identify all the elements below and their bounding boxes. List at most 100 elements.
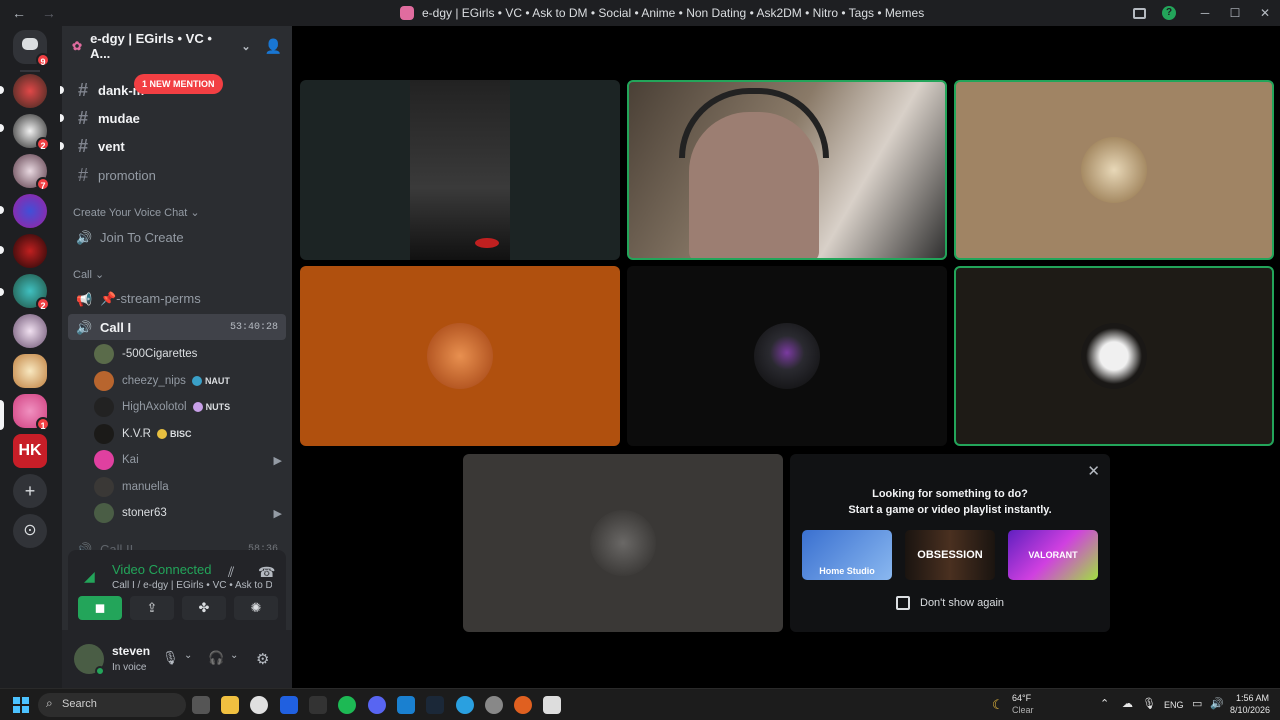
voice-channel-path[interactable]: Call I / e-dgy | EGirls • VC • Ask to D.…: [112, 580, 272, 591]
server-icon-teal[interactable]: 2: [13, 274, 50, 311]
channel-join-to-create[interactable]: 🔊 Join To Create: [68, 224, 286, 250]
soundboard-button[interactable]: ✺: [234, 596, 278, 620]
dont-show-label[interactable]: Don't show again: [920, 597, 1004, 609]
dont-show-checkbox[interactable]: [896, 596, 910, 610]
server-icon-free-party[interactable]: [13, 194, 47, 228]
server-icon-hk[interactable]: HK: [13, 434, 47, 468]
display-icon[interactable]: ▭: [1192, 697, 1202, 710]
disconnect-icon[interactable]: ☎: [258, 564, 275, 581]
video-tile-kvr[interactable]: [954, 266, 1274, 446]
divider: [20, 70, 40, 72]
activity-card-valorant[interactable]: VALORANT: [1008, 530, 1098, 580]
channel-vent[interactable]: # vent: [60, 133, 286, 159]
window-title-text: e-dgy | EGirls • VC • Ask to DM • Social…: [422, 6, 925, 20]
server-icon-maid[interactable]: [13, 314, 47, 348]
video-tile-manuella[interactable]: [463, 454, 783, 632]
app-icon[interactable]: [485, 696, 503, 714]
chevron-down-icon[interactable]: ⌄: [230, 650, 238, 661]
app-icon[interactable]: [397, 696, 415, 714]
camera-button[interactable]: ◼: [78, 596, 122, 620]
chevron-down-icon[interactable]: ⌄: [184, 650, 192, 661]
server-icon-red[interactable]: [13, 234, 47, 268]
server-header[interactable]: ✿ e-dgy | EGirls • VC • A... ⌄ 👤: [62, 26, 292, 66]
video-tile-stream[interactable]: [300, 80, 620, 260]
network-icon[interactable]: ☁: [1122, 697, 1133, 710]
spotify-icon[interactable]: [338, 696, 356, 714]
maximize-button[interactable]: ☐: [1220, 6, 1250, 20]
voice-status[interactable]: Video Connected: [112, 562, 212, 577]
signal-icon[interactable]: ◢: [84, 568, 95, 585]
tray-chevron-icon[interactable]: ⌃: [1100, 697, 1109, 710]
app-icon[interactable]: [280, 696, 298, 714]
discover-button[interactable]: ⊙: [13, 514, 47, 548]
home-button[interactable]: 9: [13, 30, 50, 67]
windows-start-icon[interactable]: [13, 697, 29, 713]
voice-user[interactable]: K.V.R BISC: [94, 422, 282, 446]
app-icon[interactable]: [250, 696, 268, 714]
category-voice-chat[interactable]: Create Your Voice Chat ⌄: [73, 206, 200, 219]
voice-user[interactable]: Kai ▶: [94, 448, 282, 472]
camera-icon: ▶: [273, 507, 282, 520]
weather-icon[interactable]: ☾: [992, 697, 1004, 713]
voice-user[interactable]: cheezy_nips NAUT: [94, 369, 282, 393]
volume-icon[interactable]: 🔊: [1210, 697, 1224, 710]
video-tile-cheezy[interactable]: [300, 266, 620, 446]
close-button[interactable]: ✕: [1250, 6, 1280, 20]
channel-call-1[interactable]: 🔊 Call I 53:40:28: [68, 314, 286, 340]
back-icon[interactable]: ←: [12, 5, 26, 21]
video-tile-axolotol[interactable]: [627, 266, 947, 446]
channel-stream-perms[interactable]: 📢 📌-stream-perms: [68, 286, 286, 312]
mic-tray-icon[interactable]: 🎙: [1142, 697, 1156, 710]
server-icon-rainbow[interactable]: [13, 74, 47, 108]
steam-icon[interactable]: [426, 696, 444, 714]
search-icon: ⌕: [46, 696, 53, 710]
invite-icon[interactable]: 👤: [265, 38, 282, 55]
discord-taskbar-icon[interactable]: [368, 696, 386, 714]
microphone-icon[interactable]: 🎙: [162, 650, 179, 666]
new-mention-pill[interactable]: 1 NEW MENTION: [134, 74, 223, 94]
activity-card-obsession[interactable]: OBSESSION: [905, 530, 995, 580]
channel-mudae[interactable]: # mudae: [60, 105, 286, 131]
server-icon-anime[interactable]: 2: [13, 114, 50, 151]
voice-user[interactable]: -500Cigarettes: [94, 342, 282, 366]
help-icon[interactable]: ?: [1162, 6, 1176, 20]
task-view-icon[interactable]: [192, 696, 210, 714]
hash-icon: #: [77, 135, 88, 156]
weather-condition[interactable]: Clear: [1012, 705, 1034, 715]
close-icon[interactable]: ✕: [1087, 462, 1100, 480]
telegram-icon[interactable]: [456, 696, 474, 714]
app-icon[interactable]: [543, 696, 561, 714]
unread-indicator: [60, 86, 64, 94]
taskbar-search[interactable]: ⌕ Search: [38, 693, 186, 717]
hash-icon: #: [77, 107, 88, 128]
channel-label: mudae: [98, 110, 140, 126]
category-call[interactable]: Call ⌄: [73, 268, 104, 281]
server-icon-e-dgy[interactable]: 1: [13, 394, 50, 431]
video-tile-avatar-1[interactable]: [954, 80, 1274, 260]
noise-suppression-icon[interactable]: ⫽: [228, 564, 234, 581]
voice-user[interactable]: stoner63 ▶: [94, 501, 282, 525]
inbox-icon[interactable]: [1133, 7, 1146, 19]
channel-promotion[interactable]: # promotion: [68, 162, 286, 188]
username[interactable]: steven: [112, 644, 150, 658]
file-explorer-icon[interactable]: [221, 696, 239, 714]
headset-icon[interactable]: 🎧: [208, 650, 224, 666]
settings-icon[interactable]: ⚙: [256, 650, 269, 668]
screen-share-button[interactable]: ⇪: [130, 596, 174, 620]
weather-temp[interactable]: 64°F: [1012, 693, 1031, 703]
activity-card-home-studio[interactable]: Home Studio: [802, 530, 892, 580]
audio-app-icon[interactable]: [309, 696, 327, 714]
voice-user[interactable]: HighAxolotol NUTS: [94, 395, 282, 419]
server-icon-cat[interactable]: [13, 354, 47, 388]
clock-date[interactable]: 8/10/2026: [1230, 705, 1270, 715]
language-indicator[interactable]: ENG: [1164, 700, 1184, 710]
add-server-button[interactable]: +: [13, 474, 47, 508]
video-tile-webcam[interactable]: [627, 80, 947, 260]
minimize-button[interactable]: ─: [1190, 6, 1220, 20]
server-icon-girl[interactable]: 7: [13, 154, 50, 191]
clock-time[interactable]: 1:56 AM: [1236, 693, 1269, 703]
activities-button[interactable]: ✤: [182, 596, 226, 620]
firefox-icon[interactable]: [514, 696, 532, 714]
forward-icon[interactable]: →: [42, 5, 56, 21]
voice-user[interactable]: manuella: [94, 475, 282, 499]
